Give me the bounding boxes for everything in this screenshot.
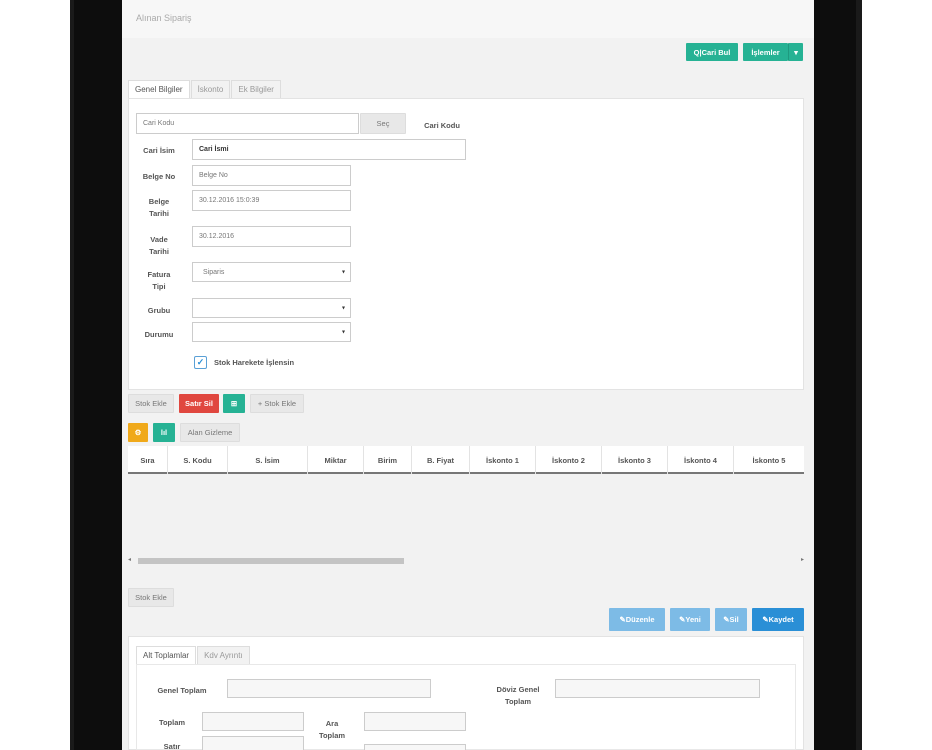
belge-tarihi-label-line2: Tarihi [149,209,169,218]
tab-ek-bilgiler[interactable]: Ek Bilgiler [231,80,281,98]
device-bezel: Alınan Sipariş Q|Cari Bul İşlemler ▾ Gen… [74,0,856,750]
column-header[interactable]: İskonto 1 [470,446,536,474]
durumu-label: Durumu [144,330,174,339]
tab-alt-toplamlar[interactable]: Alt Toplamlar [136,646,197,664]
belge-tarihi-label: Belge Tarihi [136,196,182,220]
column-header[interactable]: İskonto 4 [668,446,734,474]
genel-toplam-field[interactable] [227,679,431,698]
vade-tarihi-label: Vade Tarihi [136,234,182,258]
scroll-thumb[interactable] [138,558,404,564]
belge-no-label: Belge No [142,172,176,181]
tab-iskonto[interactable]: İskonto [190,80,231,98]
page-title: Alınan Sipariş [136,13,192,23]
excel-icon[interactable]: lıl [153,423,175,442]
fatura-tipi-label-line2: Tipi [152,282,166,291]
cari-isim-label: Cari İsim [143,146,175,155]
doviz-genel-toplam-line2: Toplam [504,697,532,706]
totals-tabs: Alt Toplamlar Kdv Ayrıntı [136,646,251,664]
column-header[interactable]: İskonto 2 [536,446,602,474]
cari-kodu-input[interactable]: Cari Kodu [136,113,359,134]
chevron-down-icon: ▾ [341,329,345,336]
stok-ekle-button[interactable]: Stok Ekle [128,394,174,413]
scroll-left-icon[interactable]: ◂ [128,556,131,563]
column-header[interactable]: Miktar [308,446,364,474]
belge-tarihi-input[interactable]: 30.12.2016 15:0:39 [192,190,351,211]
fatura-tipi-label-line1: Fatura [147,270,171,279]
fatura-tipi-select[interactable]: Siparis ▾ [192,262,351,282]
gear-icon[interactable]: ⚙ [128,423,148,442]
belge-tarihi-label-line1: Belge [148,197,170,206]
plus-stok-ekle-button[interactable]: + Stok Ekle [250,394,304,413]
grid-body [128,474,804,556]
grubu-label: Grubu [147,306,171,315]
doviz-genel-toplam-field[interactable] [555,679,760,698]
cari-bul-button[interactable]: Q|Cari Bul [686,43,738,61]
islemler-dropdown-toggle[interactable]: ▾ [788,43,803,61]
device-frame: Alınan Sipariş Q|Cari Bul İşlemler ▾ Gen… [70,0,862,750]
fatura-tipi-label: Fatura Tipi [136,269,182,293]
durumu-select[interactable]: ▾ [192,322,351,342]
horizontal-scrollbar[interactable]: ◂ ▸ [128,556,804,565]
duzenle-button[interactable]: ✎Düzenle [609,608,665,631]
column-header[interactable]: İskonto 5 [734,446,804,474]
main-tabs: Genel Bilgiler İskonto Ek Bilgiler [128,80,282,98]
cari-kodu-label: Cari Kodu [424,121,460,130]
app-screen: Alınan Sipariş Q|Cari Bul İşlemler ▾ Gen… [122,0,814,750]
tab-genel-bilgiler[interactable]: Genel Bilgiler [128,80,190,98]
grid-icon[interactable]: ⊞ [223,394,245,413]
alan-gizleme-button[interactable]: Alan Gizleme [180,423,240,442]
satir-sil-button[interactable]: Satır Sil [179,394,219,413]
ara-toplam-line2: Toplam [318,731,346,740]
vade-tarihi-input[interactable]: 30.12.2016 [192,226,351,247]
sec-button[interactable]: Seç [360,113,406,134]
stok-hareket-label: Stok Harekete İşlensin [214,358,295,367]
belge-no-input[interactable]: Belge No [192,165,351,186]
doviz-genel-toplam-line1: Döviz Genel [496,685,540,694]
stok-ekle-bottom-button[interactable]: Stok Ekle [128,588,174,607]
fatura-tipi-value: Siparis [203,268,225,276]
scroll-right-icon[interactable]: ▸ [801,556,804,563]
toplam-field[interactable] [202,712,304,731]
column-header[interactable]: S. Kodu [168,446,228,474]
satir-label: Satır [163,742,181,750]
grid-header: Sıra S. Kodu S. İsim Miktar Birim B. Fiy… [128,446,804,474]
doviz-genel-toplam-label: Döviz Genel Toplam [488,684,548,708]
column-header[interactable]: İskonto 3 [602,446,668,474]
vade-tarihi-label-line2: Tarihi [149,247,169,256]
genel-toplam-label: Genel Toplam [157,686,207,695]
stok-hareket-checkbox[interactable]: ✓ [194,356,207,369]
extra-total-field[interactable] [364,744,466,750]
ara-toplam-label: Ara Toplam [312,718,352,742]
vade-tarihi-label-line1: Vade [150,235,168,244]
column-header[interactable]: Sıra [128,446,168,474]
chevron-down-icon: ▾ [341,305,345,312]
kaydet-button[interactable]: ✎Kaydet [752,608,804,631]
chevron-down-icon: ▾ [794,47,798,57]
tab-kdv-ayrinti[interactable]: Kdv Ayrıntı [197,646,250,664]
grubu-select[interactable]: ▾ [192,298,351,318]
satir-field[interactable] [202,736,304,750]
ara-toplam-line1: Ara [325,719,339,728]
cari-isim-input[interactable]: Cari İsmi [192,139,466,160]
toplam-label: Toplam [158,718,186,727]
column-header[interactable]: Birim [364,446,412,474]
sil-button[interactable]: ✎Sil [715,608,747,631]
column-header[interactable]: B. Fiyat [412,446,470,474]
islemler-button[interactable]: İşlemler [743,43,788,61]
page-header: Alınan Sipariş [122,0,814,38]
yeni-button[interactable]: ✎Yeni [670,608,710,631]
column-header[interactable]: S. İsim [228,446,308,474]
chevron-down-icon: ▾ [341,269,345,276]
ara-toplam-field[interactable] [364,712,466,731]
